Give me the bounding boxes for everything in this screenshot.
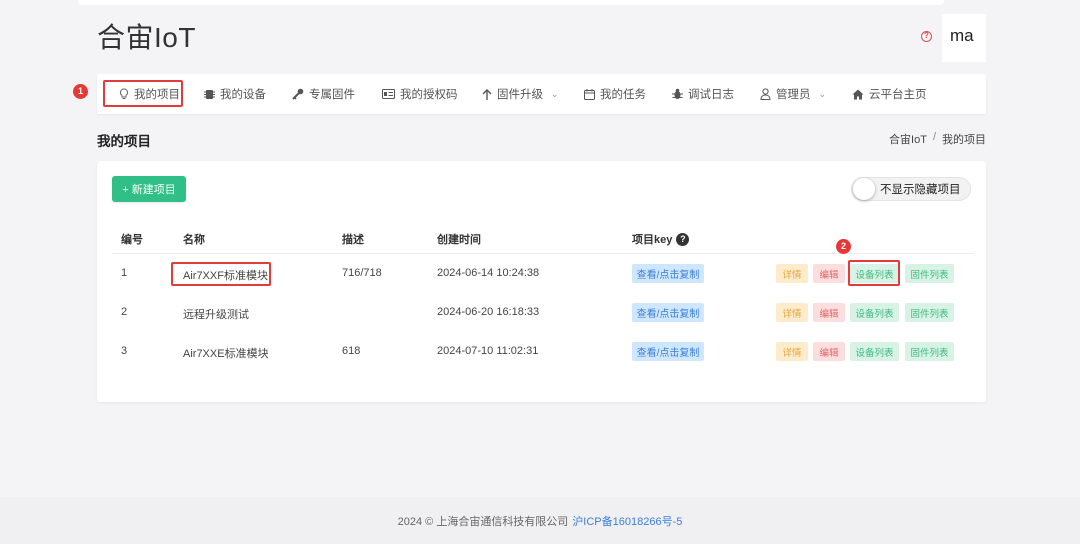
nav-label-license: 我的授权码 bbox=[400, 89, 458, 101]
cell-desc: 716/718 bbox=[342, 267, 382, 279]
breadcrumb-separator: / bbox=[932, 131, 936, 143]
col-header-key-label: 项目key bbox=[632, 234, 673, 246]
hide-projects-toggle[interactable]: 不显示隐藏项目 bbox=[851, 177, 971, 201]
help-icon[interactable]: ? bbox=[921, 31, 932, 42]
nav-label-tasks: 我的任务 bbox=[600, 89, 646, 101]
nav-label-home: 云平台主页 bbox=[869, 89, 927, 101]
nav-label-upgrade: 固件升级 bbox=[497, 89, 543, 101]
step-badge-2: 2 bbox=[836, 239, 851, 254]
id-card-icon bbox=[382, 89, 395, 99]
nav-item-debug[interactable]: 调试日志 bbox=[672, 74, 734, 114]
calendar-icon bbox=[584, 88, 595, 100]
col-header-created: 创建时间 bbox=[437, 234, 481, 246]
page-title: 我的项目 bbox=[97, 134, 151, 149]
cell-created: 2024-06-14 10:24:38 bbox=[437, 267, 540, 279]
edit-button[interactable]: 编辑 bbox=[813, 342, 845, 361]
cell-id: 1 bbox=[121, 267, 128, 279]
copy-key-button[interactable]: 查看/点击复制 bbox=[632, 342, 704, 361]
chevron-down-icon: ⌄ bbox=[818, 88, 827, 99]
firmware-list-button[interactable]: 固件列表 bbox=[905, 342, 954, 361]
chip-icon bbox=[204, 89, 215, 99]
user-icon bbox=[760, 88, 771, 100]
nav-item-license[interactable]: 我的授权码 bbox=[382, 74, 458, 114]
nav-item-firmware[interactable]: 专属固件 bbox=[292, 74, 355, 114]
col-header-id: 编号 bbox=[121, 234, 143, 246]
firmware-list-button[interactable]: 固件列表 bbox=[905, 303, 954, 322]
cell-name[interactable]: 远程升级测试 bbox=[183, 306, 249, 322]
detail-button[interactable]: 详情 bbox=[776, 264, 808, 283]
highlight-box-projects bbox=[103, 80, 183, 107]
edit-button[interactable]: 编辑 bbox=[813, 303, 845, 322]
brand-title: 合宙IoT bbox=[97, 22, 196, 53]
footer-copyright: 2024 © 上海合宙通信科技有限公司 bbox=[397, 515, 569, 528]
nav-item-tasks[interactable]: 我的任务 bbox=[584, 74, 646, 114]
footer-icp-link[interactable]: 沪ICP备16018266号-5 bbox=[572, 513, 682, 529]
nav-item-devices[interactable]: 我的设备 bbox=[204, 74, 266, 114]
question-icon[interactable]: ? bbox=[676, 232, 690, 246]
col-header-name: 名称 bbox=[183, 234, 205, 246]
breadcrumb: 合宙IoT / 我的项目 bbox=[889, 131, 986, 147]
new-project-button[interactable]: + 新建项目 bbox=[112, 176, 186, 202]
highlight-box-device-list bbox=[848, 260, 900, 286]
cell-desc: 618 bbox=[342, 345, 361, 357]
top-strip bbox=[78, 0, 944, 5]
breadcrumb-home[interactable]: 合宙IoT bbox=[889, 131, 927, 147]
nav-item-upgrade[interactable]: 固件升级 ⌄ bbox=[482, 74, 559, 114]
bug-icon bbox=[672, 88, 683, 99]
copy-key-button[interactable]: 查看/点击复制 bbox=[632, 264, 704, 283]
toggle-label: 不显示隐藏项目 bbox=[880, 184, 961, 196]
detail-button[interactable]: 详情 bbox=[776, 342, 808, 361]
nav-item-admin[interactable]: 管理员 ⌄ bbox=[760, 74, 826, 114]
cell-id: 3 bbox=[121, 345, 128, 357]
copy-key-button[interactable]: 查看/点击复制 bbox=[632, 303, 704, 322]
toggle-knob bbox=[853, 178, 875, 200]
chevron-down-icon: ⌄ bbox=[551, 88, 559, 99]
col-header-desc: 描述 bbox=[342, 234, 364, 246]
cell-id: 2 bbox=[121, 306, 128, 318]
edit-button[interactable]: 编辑 bbox=[813, 264, 845, 283]
device-list-button[interactable]: 设备列表 bbox=[850, 303, 899, 322]
firmware-list-button[interactable]: 固件列表 bbox=[905, 264, 954, 283]
nav-label-devices: 我的设备 bbox=[220, 89, 266, 101]
cell-created: 2024-07-10 11:02:31 bbox=[437, 345, 539, 357]
home-icon bbox=[852, 89, 864, 99]
device-list-button[interactable]: 设备列表 bbox=[850, 342, 899, 361]
detail-button[interactable]: 详情 bbox=[776, 303, 808, 322]
arrow-up-icon bbox=[482, 88, 492, 100]
step-badge-1: 1 bbox=[73, 84, 88, 99]
highlight-box-name bbox=[171, 262, 271, 286]
nav-label-debug: 调试日志 bbox=[688, 89, 734, 101]
footer: 2024 © 上海合宙通信科技有限公司 沪ICP备16018266号-5 bbox=[0, 497, 1080, 544]
nav-item-home[interactable]: 云平台主页 bbox=[852, 74, 927, 114]
key-icon bbox=[292, 88, 304, 100]
nav-label-admin: 管理员 bbox=[776, 89, 811, 101]
cell-created: 2024-06-20 16:18:33 bbox=[437, 306, 540, 318]
user-name[interactable]: ma bbox=[950, 26, 974, 46]
cell-name[interactable]: Air7XXE标准模块 bbox=[183, 345, 269, 361]
col-header-key: 项目key ? bbox=[632, 231, 690, 247]
breadcrumb-current: 我的项目 bbox=[942, 134, 986, 146]
nav-label-firmware: 专属固件 bbox=[309, 89, 355, 101]
